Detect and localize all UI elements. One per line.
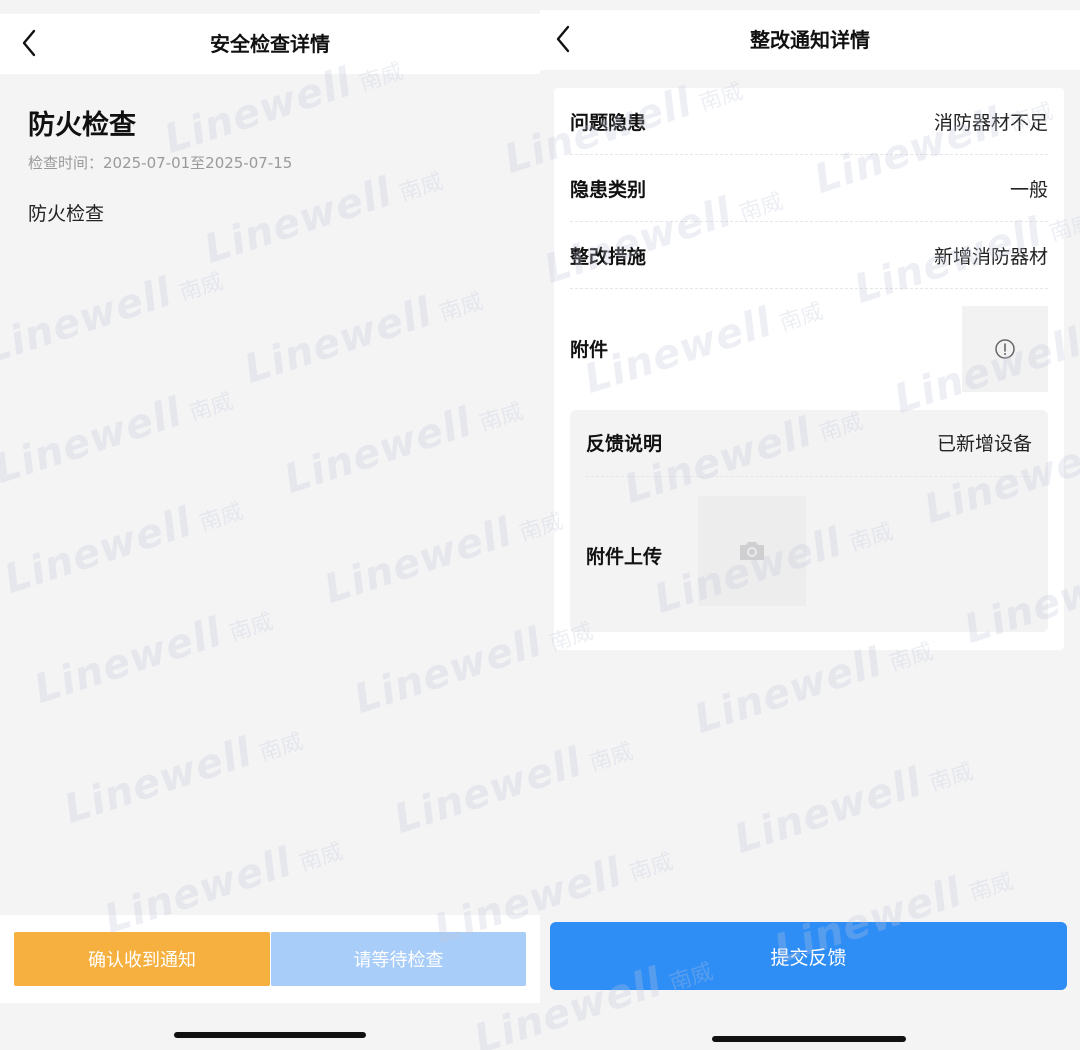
info-icon [995,339,1015,359]
home-indicator [712,1036,906,1042]
detail-row-category: 隐患类别 一般 [570,155,1048,221]
feedback-row[interactable]: 反馈说明 已新增设备 [586,410,1032,474]
chevron-left-icon [556,25,570,53]
page-title: 安全检查详情 [210,32,330,56]
row-label: 整改措施 [570,245,647,268]
row-value: 新增消防器材 [933,245,1048,268]
inspection-description: 防火检查 [28,203,105,225]
back-button[interactable] [548,22,578,56]
submit-area: 提交反馈 [540,905,1080,1005]
detail-row-hazard: 问题隐患 消防器材不足 [570,88,1048,154]
submit-feedback-button[interactable]: 提交反馈 [550,922,1067,990]
row-value: 消防器材不足 [933,111,1048,134]
feedback-value[interactable]: 已新增设备 [937,429,1032,456]
rectification-notice-screen: 整改通知详情 问题隐患 消防器材不足 隐患类别 一般 整改措施 新增消防器材 附… [540,0,1080,1050]
photo-upload-button[interactable] [698,496,806,606]
attachment-thumbnail[interactable] [962,306,1048,392]
feedback-label: 反馈说明 [586,432,663,455]
inspection-time: 检查时间：2025-07-01至2025-07-15 [28,154,293,172]
page-title: 整改通知详情 [750,28,870,52]
upload-label: 附件上传 [586,546,663,568]
row-label: 隐患类别 [570,178,647,201]
back-button[interactable] [14,26,44,60]
attachment-label: 附件 [570,338,609,361]
inspection-title: 防火检查 [28,110,136,141]
feedback-section: 反馈说明 已新增设备 附件上传 [570,410,1048,632]
notice-detail-card: 问题隐患 消防器材不足 隐患类别 一般 整改措施 新增消防器材 附件 反馈说明 … [554,88,1064,650]
safety-inspection-screen: 安全检查详情 防火检查 检查时间：2025-07-01至2025-07-15 防… [0,0,540,1050]
navbar: 安全检查详情 [0,14,540,74]
divider [586,476,1032,477]
row-label: 问题隐患 [570,111,647,134]
wait-inspection-button[interactable]: 请等待检查 [271,932,526,986]
detail-row-measures: 整改措施 新增消防器材 [570,222,1048,288]
home-indicator [174,1032,366,1038]
action-bar: 确认收到通知 请等待检查 [0,915,540,1003]
navbar: 整改通知详情 [540,10,1080,70]
divider [570,288,1048,289]
chevron-left-icon [22,29,36,57]
app-stage: 安全检查详情 防火检查 检查时间：2025-07-01至2025-07-15 防… [0,0,1080,1050]
camera-icon [740,542,764,560]
confirm-receipt-button[interactable]: 确认收到通知 [14,932,270,986]
row-value: 一般 [1009,178,1048,201]
